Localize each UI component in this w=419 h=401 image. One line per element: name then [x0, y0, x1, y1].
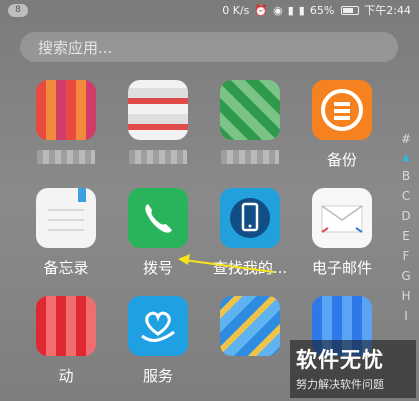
index-letter[interactable]: D — [401, 209, 410, 223]
app-label: 电子邮件 — [311, 259, 372, 277]
app-label: 备忘录 — [43, 259, 89, 277]
search-placeholder: 搜索应用... — [38, 38, 113, 57]
app-blurred-1[interactable] — [24, 80, 108, 190]
index-letter[interactable]: I — [404, 309, 408, 323]
phone-icon — [128, 188, 188, 248]
app-memo[interactable]: 备忘录 — [24, 188, 108, 298]
app-dialer[interactable]: 拨号 — [116, 188, 200, 298]
annotation-arrow — [178, 254, 275, 273]
watermark: 软件无忧 努力解决软件问题 — [290, 340, 416, 398]
net-speed: 0 K/s — [222, 3, 250, 17]
index-letter[interactable]: H — [401, 289, 410, 303]
index-letter[interactable]: C — [402, 189, 410, 203]
app-label: 服务 — [142, 367, 173, 385]
app-blurred-5[interactable] — [208, 296, 292, 401]
blurred-app-icon — [220, 80, 280, 140]
index-letter[interactable]: ▲ — [402, 152, 410, 163]
app-blurred-4[interactable]: 动 — [24, 296, 108, 401]
index-letter[interactable]: G — [401, 269, 410, 283]
app-backup[interactable]: 备份 — [300, 80, 384, 190]
blurred-app-icon — [128, 80, 188, 140]
app-label: 动 — [58, 367, 74, 385]
app-find-phone[interactable]: 查找我的... — [208, 188, 292, 298]
app-label: 备份 — [326, 151, 357, 169]
battery-icon — [341, 5, 360, 15]
watermark-subtitle: 努力解决软件问题 — [296, 378, 384, 391]
clock: 下午2:44 — [364, 4, 411, 17]
app-email[interactable]: 电子邮件 — [300, 188, 384, 298]
index-letter[interactable]: # — [401, 132, 411, 146]
watermark-title: 软件无忧 — [296, 348, 384, 372]
find-phone-icon — [220, 188, 280, 248]
index-letter[interactable]: F — [403, 249, 410, 263]
notification-badge: 8 — [8, 3, 28, 17]
app-blurred-3[interactable] — [208, 80, 292, 190]
mail-icon — [312, 188, 372, 248]
lte-signal-icon: ▮ — [298, 3, 305, 17]
eye-icon: ◉ — [273, 3, 283, 17]
blurred-label — [37, 150, 95, 164]
backup-icon — [312, 80, 372, 140]
alphabet-index[interactable]: # ▲ B C D E F G H I — [399, 132, 413, 323]
app-services[interactable]: 服务 — [116, 296, 200, 401]
signal-icon: ▮ — [287, 3, 294, 17]
blurred-app-icon — [36, 296, 96, 356]
index-letter[interactable]: E — [402, 229, 410, 243]
heart-hand-icon — [128, 296, 188, 356]
alarm-icon: ⏰ — [254, 3, 269, 17]
blurred-label — [129, 150, 187, 164]
index-letter[interactable]: B — [402, 169, 410, 183]
blurred-app-icon — [220, 296, 280, 356]
blurred-app-icon — [36, 80, 96, 140]
memo-icon — [36, 188, 96, 248]
search-input[interactable]: 搜索应用... — [20, 32, 398, 62]
battery-percent: 65% — [309, 3, 335, 17]
app-blurred-2[interactable] — [116, 80, 200, 190]
status-bar: 8 0 K/s ⏰ ◉ ▮ ▮ 65% 下午2:44 — [0, 0, 419, 20]
blurred-label — [221, 150, 279, 164]
